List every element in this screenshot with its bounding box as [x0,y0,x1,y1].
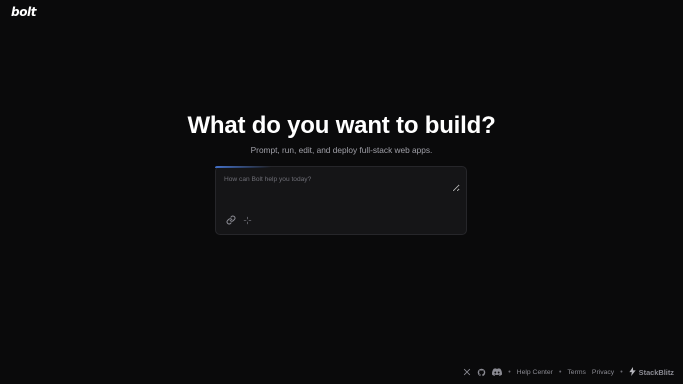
page: bolt What do you want to build? Prompt, … [0,0,683,384]
bolt-logo[interactable]: bolt [11,5,36,19]
footer: • Help Center • Terms Privacy • StackBli… [463,366,674,378]
github-icon[interactable] [477,368,486,377]
sparkle-icon [243,213,252,228]
help-center-link[interactable]: Help Center [517,369,553,376]
page-title: What do you want to build? [187,112,496,139]
enhance-prompt-button[interactable] [241,214,253,226]
prompt-box [215,166,467,235]
stackblitz-label: StackBlitz [638,367,674,377]
page-subtitle: Prompt, run, edit, and deploy full-stack… [250,145,433,155]
hero: What do you want to build? Prompt, run, … [0,112,683,156]
stackblitz-link[interactable]: StackBlitz [629,366,674,378]
lightning-icon [629,366,636,378]
prompt-input[interactable] [224,176,460,192]
attach-button[interactable] [225,214,237,226]
x-icon[interactable] [463,368,471,376]
discord-icon[interactable] [492,368,503,376]
footer-separator: • [558,368,562,376]
footer-separator: • [620,368,623,376]
footer-separator: • [508,368,511,376]
link-icon [226,213,236,228]
privacy-link[interactable]: Privacy [592,369,614,376]
terms-link[interactable]: Terms [567,369,586,376]
